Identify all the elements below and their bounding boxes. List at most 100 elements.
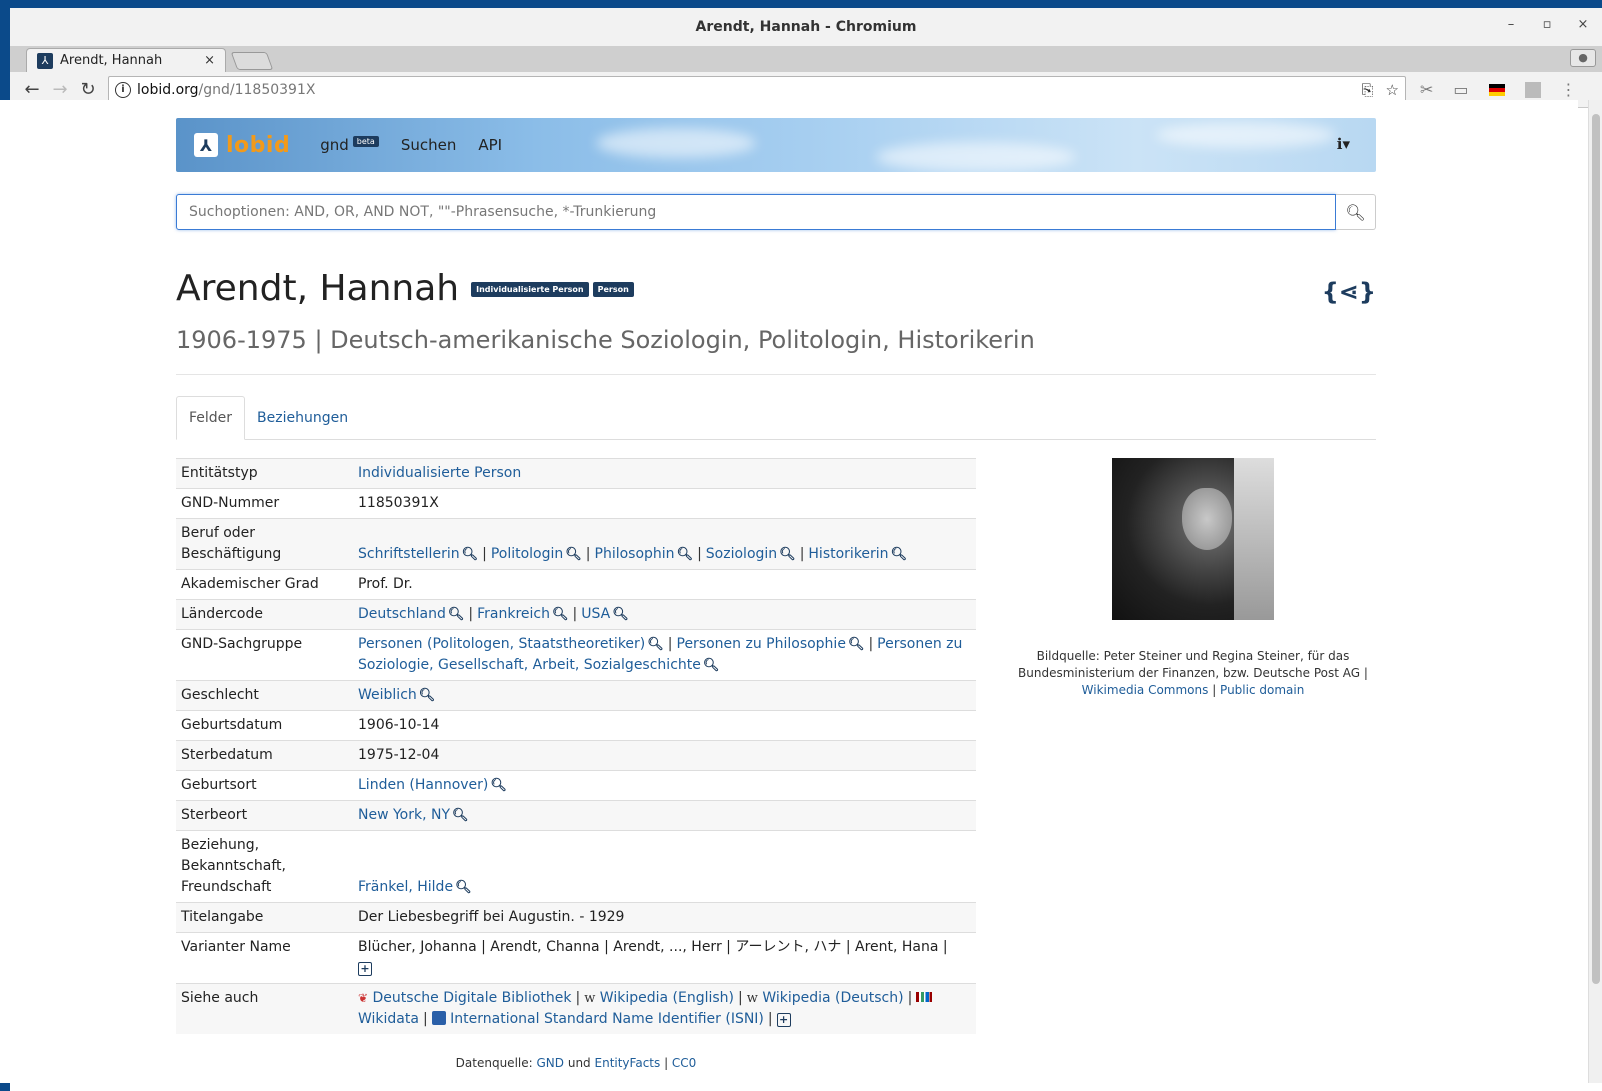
- search-icon[interactable]: 🔍︎: [448, 607, 465, 622]
- extension-icon[interactable]: [1524, 81, 1541, 98]
- isni-icon: [431, 1011, 446, 1025]
- table-row: Beziehung, Bekanntschaft, Freundschaft F…: [176, 830, 976, 903]
- search-icon[interactable]: 🔍︎: [779, 547, 796, 562]
- wikipedia-en-link[interactable]: Wikipedia (English): [600, 990, 734, 1006]
- tab-felder[interactable]: Felder: [176, 396, 246, 440]
- table-row: Siehe auch ❦ Deutsche Digitale Bibliothe…: [176, 983, 976, 1034]
- isni-link[interactable]: International Standard Name Identifier (…: [450, 1011, 764, 1027]
- field-key: Entitätstyp: [176, 458, 353, 489]
- wikipedia-icon: w: [584, 991, 596, 1006]
- wikidata-icon: [916, 992, 933, 1002]
- search-icon[interactable]: 🔍︎: [677, 547, 694, 562]
- scrollbar-thumb[interactable]: [1592, 114, 1600, 984]
- page-title: Arendt, Hannah: [176, 268, 460, 309]
- field-key: Beziehung, Bekanntschaft, Freundschaft: [176, 830, 353, 903]
- nav-api[interactable]: API: [478, 136, 502, 154]
- cc0-link[interactable]: CC0: [672, 1056, 696, 1070]
- table-row: Ländercode Deutschland 🔍︎ | Frankreich 🔍︎ | US…: [176, 599, 976, 630]
- country-link[interactable]: Frankreich: [477, 606, 550, 622]
- minimize-button[interactable]: –: [1502, 17, 1520, 32]
- profession-link[interactable]: Politologin: [491, 546, 563, 562]
- ddb-link[interactable]: Deutsche Digitale Bibliothek: [373, 990, 572, 1006]
- extensions: ✂ ▭ ⋮: [1420, 80, 1577, 99]
- divider: [176, 374, 1376, 375]
- gender-link[interactable]: Weiblich: [358, 687, 417, 703]
- search-input[interactable]: [176, 194, 1336, 230]
- new-tab-button[interactable]: [230, 52, 274, 70]
- forward-icon[interactable]: →: [46, 79, 74, 100]
- search-icon[interactable]: 🔍︎: [452, 808, 469, 823]
- field-value: 1906-10-14: [353, 710, 976, 741]
- image-caption: Bildquelle: Peter Steiner und Regina Ste…: [1018, 649, 1368, 697]
- subject-group-link[interactable]: Personen zu Philosophie: [677, 636, 846, 652]
- search-icon[interactable]: 🔍︎: [462, 547, 479, 562]
- birthplace-link[interactable]: Linden (Hannover): [358, 777, 488, 793]
- expand-plus-icon[interactable]: +: [358, 962, 372, 976]
- table-row: GND-Sachgruppe Personen (Politologen, St…: [176, 629, 976, 681]
- wikimedia-commons-link[interactable]: Wikimedia Commons: [1082, 683, 1209, 697]
- search-icon[interactable]: 🔍︎: [703, 658, 720, 673]
- search-icon[interactable]: 🔍︎: [848, 637, 865, 652]
- entity-type-link[interactable]: Individualisierte Person: [358, 465, 521, 481]
- profession-link[interactable]: Soziologin: [706, 546, 777, 562]
- site-info-icon[interactable]: i: [115, 81, 131, 98]
- expand-plus-icon[interactable]: +: [776, 1013, 791, 1027]
- entityfacts-link[interactable]: EntityFacts: [595, 1056, 661, 1070]
- search-button[interactable]: 🔍︎: [1336, 194, 1376, 230]
- deathplace-link[interactable]: New York, NY: [358, 807, 450, 823]
- tab-close-icon[interactable]: ×: [204, 53, 215, 68]
- relation-link[interactable]: Fränkel, Hilde: [358, 879, 453, 895]
- field-key: Akademischer Grad: [176, 569, 353, 600]
- cast-icon[interactable]: ▭: [1453, 80, 1468, 99]
- info-dropdown-icon[interactable]: ℹ▾: [1337, 135, 1350, 153]
- country-link[interactable]: USA: [581, 606, 610, 622]
- caption-text: Bildquelle: Peter Steiner und Regina Ste…: [1018, 649, 1368, 680]
- search-icon[interactable]: 🔍︎: [552, 607, 569, 622]
- tab-beziehungen[interactable]: Beziehungen: [245, 396, 360, 440]
- page-scrollbar[interactable]: [1588, 100, 1602, 1083]
- search-icon[interactable]: 🔍︎: [490, 778, 507, 793]
- bookmark-star-icon[interactable]: ☆: [1386, 81, 1399, 99]
- search-icon[interactable]: 🔍︎: [647, 637, 664, 652]
- search-icon[interactable]: 🔍︎: [565, 547, 582, 562]
- reload-icon[interactable]: ↻: [74, 79, 102, 100]
- back-icon[interactable]: ←: [18, 79, 46, 100]
- table-row: Akademischer Grad Prof. Dr.: [176, 569, 976, 600]
- table-row: Beruf oder Beschäftigung Schriftstelleri…: [176, 518, 976, 570]
- search-icon[interactable]: 🔍︎: [419, 688, 436, 703]
- table-row: Sterbedatum 1975-12-04: [176, 740, 976, 771]
- web-page: ⅄ lobid gndbeta Suchen API ℹ▾ 🔍︎ Arendt,…: [0, 100, 1578, 1083]
- url-path: /gnd/11850391X: [198, 81, 316, 98]
- wikipedia-de-link[interactable]: Wikipedia (Deutsch): [762, 990, 903, 1006]
- menu-icon[interactable]: ⋮: [1561, 80, 1577, 99]
- german-flag-icon[interactable]: [1488, 83, 1505, 96]
- brand-logo[interactable]: ⅄ lobid: [194, 133, 290, 158]
- search-icon[interactable]: 🔍︎: [612, 607, 629, 622]
- profession-link[interactable]: Historikerin: [808, 546, 888, 562]
- window-title: Arendt, Hannah - Chromium: [695, 19, 917, 35]
- gnd-link[interactable]: GND: [537, 1056, 565, 1070]
- maximize-button[interactable]: ▫: [1538, 17, 1556, 32]
- country-link[interactable]: Deutschland: [358, 606, 446, 622]
- profession-link[interactable]: Philosophin: [595, 546, 675, 562]
- json-ld-icon[interactable]: {⋖}: [1322, 278, 1376, 306]
- site-navbar: ⅄ lobid gnd beta Suchen API ℹ▾: [176, 118, 1376, 172]
- nav-suchen[interactable]: Suchen: [401, 136, 457, 154]
- translate-icon[interactable]: ⎘: [1362, 81, 1374, 99]
- tools-extension-icon[interactable]: ✂: [1420, 80, 1433, 99]
- wikidata-link[interactable]: Wikidata: [358, 1011, 419, 1027]
- window-controls: – ▫ ×: [1502, 17, 1592, 32]
- subject-group-link[interactable]: Personen (Politologen, Staatstheoretiker…: [358, 636, 645, 652]
- search-form: 🔍︎: [176, 194, 1376, 230]
- browser-tab[interactable]: ⅄ Arendt, Hannah ×: [26, 48, 226, 72]
- profession-link[interactable]: Schriftstellerin: [358, 546, 460, 562]
- field-value: 1975-12-04: [353, 740, 976, 771]
- public-domain-link[interactable]: Public domain: [1220, 683, 1304, 697]
- search-icon[interactable]: 🔍︎: [455, 880, 472, 895]
- close-window-button[interactable]: ×: [1574, 17, 1592, 32]
- profile-icon[interactable]: ●: [1570, 49, 1596, 67]
- beta-badge: beta: [352, 136, 379, 147]
- nav-gnd[interactable]: gnd beta: [320, 136, 379, 154]
- field-key: Titelangabe: [176, 902, 353, 933]
- search-icon[interactable]: 🔍︎: [891, 547, 908, 562]
